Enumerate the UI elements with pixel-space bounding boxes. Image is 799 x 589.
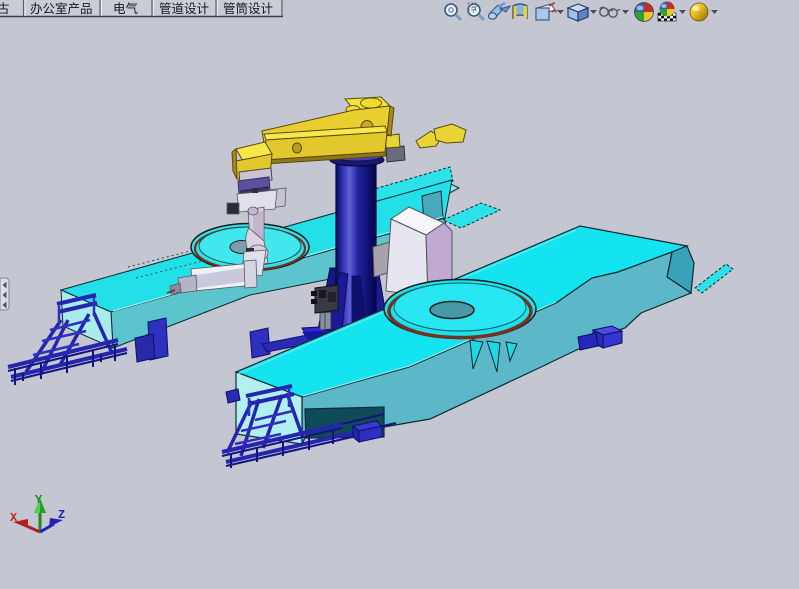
svg-text:办公室产品: 办公室产品 [30,1,93,16]
svg-text:Y: Y [35,493,43,507]
svg-text:管筒设计: 管筒设计 [223,1,273,16]
svg-text:管道设计: 管道设计 [159,1,209,16]
svg-text:X: X [10,511,18,525]
svg-text:Z: Z [58,508,65,522]
svg-text:电气: 电气 [113,1,139,16]
svg-text:古: 古 [0,1,10,16]
svg-text:?: ? [471,5,476,15]
